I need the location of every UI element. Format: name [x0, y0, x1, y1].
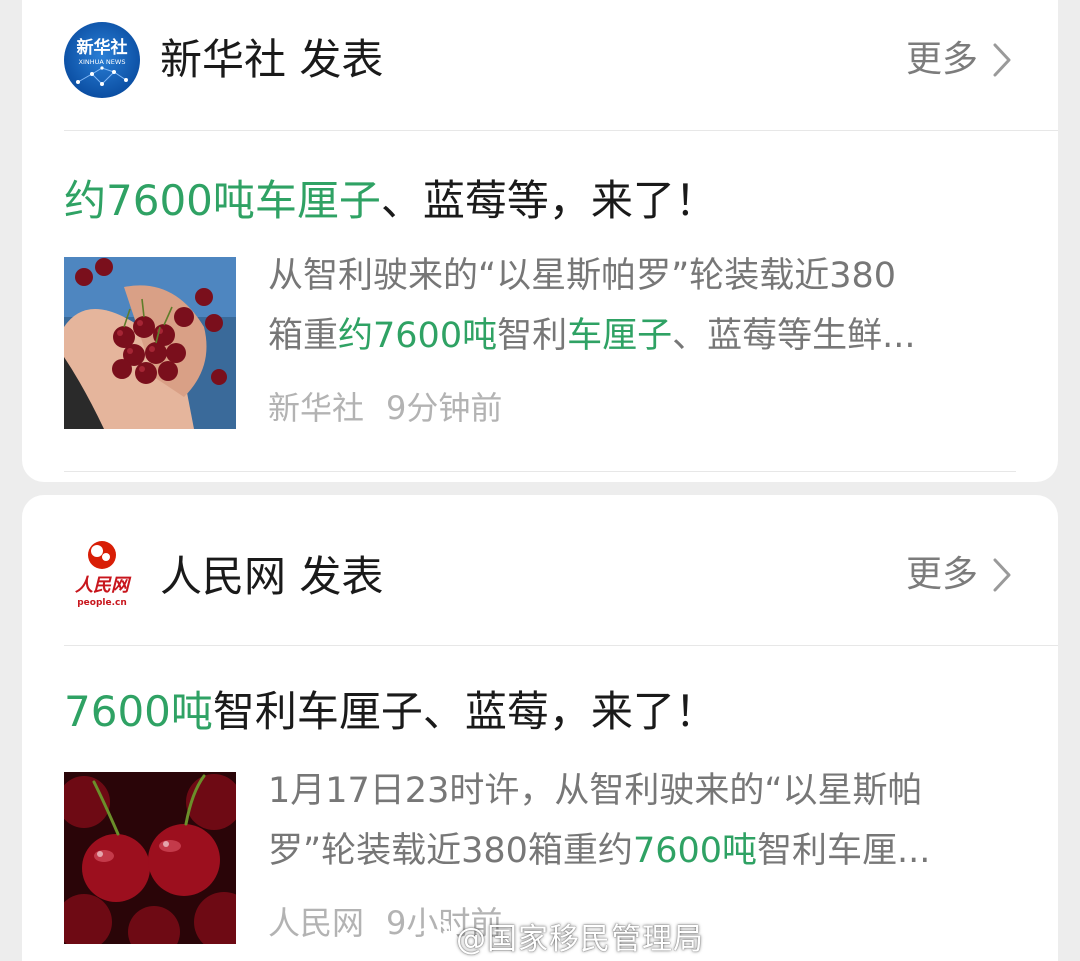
- summary-text: 罗”轮装载近380箱重约: [268, 831, 633, 871]
- weibo-icon: [410, 919, 450, 953]
- article-time: 9分钟前: [386, 389, 503, 427]
- summary-highlight: 约7600吨: [338, 316, 498, 356]
- svg-text:人民网: 人民网: [75, 575, 132, 596]
- summary-line-2: 箱重约7600吨智利车厘子、蓝莓等生鲜...: [268, 306, 1008, 366]
- summary-text: 、蓝莓等生鲜...: [672, 316, 916, 356]
- divider: [64, 130, 1058, 131]
- divider: [64, 645, 1058, 646]
- svg-text:people.cn: people.cn: [77, 598, 127, 608]
- summary-highlight: 车厘子: [567, 316, 673, 356]
- xinhua-logo[interactable]: 新华社 XINHUA NEWS: [64, 22, 140, 98]
- chevron-right-icon: [993, 43, 1011, 77]
- more-link[interactable]: 更多: [906, 34, 1012, 86]
- watermark-text: @国家移民管理局: [456, 922, 704, 957]
- article-summary[interactable]: 从智利驶来的“以星斯帕罗”轮装载近380 箱重约7600吨智利车厘子、蓝莓等生鲜…: [268, 246, 1008, 366]
- article-headline[interactable]: 7600吨智利车厘子、蓝莓，来了！: [64, 681, 717, 743]
- more-link[interactable]: 更多: [906, 549, 1012, 601]
- card-header[interactable]: 人民网 people.cn 人民网 发表 更多: [22, 495, 1058, 625]
- article-thumbnail[interactable]: [64, 772, 236, 944]
- headline-text: 智利车厘子、蓝莓，来了！: [212, 687, 717, 736]
- article-thumbnail[interactable]: [64, 257, 236, 429]
- article-source: 新华社: [268, 389, 365, 427]
- summary-text: 智利车厘...: [757, 831, 931, 871]
- card-header[interactable]: 新华社 XINHUA NEWS 新华社 发表 更多: [22, 0, 1058, 130]
- people-logo[interactable]: 人民网 people.cn: [64, 535, 140, 611]
- summary-line-1: 1月17日23时许，从智利驶来的“以星斯帕: [268, 771, 923, 811]
- cherries-in-hands-image: [64, 257, 236, 429]
- xinhua-news-logo-icon: 新华社 XINHUA NEWS: [64, 22, 140, 98]
- more-label: 更多: [905, 39, 978, 80]
- article-summary[interactable]: 1月17日23时许，从智利驶来的“以星斯帕 罗”轮装载近380箱重约7600吨智…: [268, 761, 1008, 881]
- summary-highlight: 7600吨: [632, 831, 758, 871]
- publisher-card-people: 人民网 people.cn 人民网 发表 更多 7600吨智利车厘子、蓝莓，来了…: [22, 495, 1058, 961]
- summary-text: 智利: [497, 316, 568, 356]
- headline-highlight: 7600吨: [64, 687, 213, 736]
- summary-line-2: 罗”轮装载近380箱重约7600吨智利车厘...: [268, 821, 1008, 881]
- cherries-image: [64, 772, 236, 944]
- svg-text:XINHUA NEWS: XINHUA NEWS: [79, 58, 126, 66]
- people-daily-logo-icon: 人民网 people.cn: [75, 541, 132, 608]
- weibo-watermark: @国家移民管理局: [410, 912, 704, 960]
- headline-text: 、蓝莓等，来了！: [380, 176, 717, 225]
- publisher-title[interactable]: 新华社 发表: [160, 30, 383, 90]
- article-headline[interactable]: 约7600吨车厘子、蓝莓等，来了！: [64, 170, 717, 232]
- svg-text:新华社: 新华社: [77, 37, 128, 58]
- article-source: 人民网: [268, 904, 365, 942]
- divider: [64, 471, 1016, 472]
- summary-line-1: 从智利驶来的“以星斯帕罗”轮装载近380: [268, 256, 897, 296]
- publisher-card-xinhua: 新华社 XINHUA NEWS 新华社 发表 更多 约7600吨车厘子、蓝莓等，…: [22, 0, 1058, 482]
- more-label: 更多: [905, 554, 978, 595]
- chevron-right-icon: [993, 558, 1011, 592]
- publisher-title[interactable]: 人民网 发表: [160, 547, 383, 607]
- article-meta: 新华社 9分钟前: [268, 383, 502, 433]
- summary-text: 箱重: [268, 316, 339, 356]
- headline-highlight: 约7600吨车厘子: [64, 176, 381, 225]
